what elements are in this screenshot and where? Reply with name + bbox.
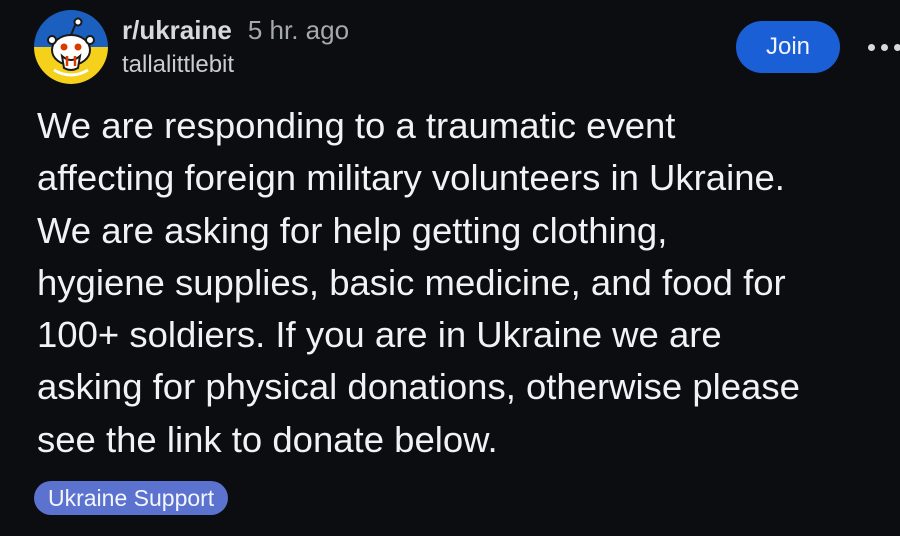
join-button[interactable]: Join bbox=[736, 21, 840, 73]
post-card: r/ukraine 5 hr. ago tallalittlebit Join … bbox=[0, 0, 900, 536]
post-title-line: We are responding to a traumatic event bbox=[37, 105, 676, 146]
post-timestamp: 5 hr. ago bbox=[247, 15, 350, 45]
post-title-line: asking for physical donations, otherwise… bbox=[37, 366, 800, 408]
subreddit-avatar-icon[interactable] bbox=[34, 10, 108, 84]
more-options-icon[interactable] bbox=[868, 40, 900, 54]
more-dot bbox=[881, 43, 888, 51]
post-title-line: We are asking for help getting clothing, bbox=[37, 209, 668, 251]
post-title-line: see the link to donate below. bbox=[37, 418, 498, 460]
post-author[interactable]: tallalittlebit bbox=[122, 50, 349, 80]
post-meta: r/ukraine 5 hr. ago tallalittlebit bbox=[122, 14, 349, 80]
post-title[interactable]: We are responding to a traumatic event a… bbox=[37, 100, 900, 466]
post-title-line: affecting foreign military volunteers in… bbox=[37, 157, 785, 199]
post-title-line: 100+ soldiers. If you are in Ukraine we … bbox=[37, 314, 722, 356]
post-flair[interactable]: Ukraine Support bbox=[34, 481, 229, 515]
more-dot bbox=[894, 43, 900, 51]
more-dot bbox=[868, 43, 875, 51]
subreddit-name[interactable]: r/ukraine bbox=[122, 14, 232, 46]
post-title-line: hygiene supplies, basic medicine, and fo… bbox=[37, 261, 786, 303]
